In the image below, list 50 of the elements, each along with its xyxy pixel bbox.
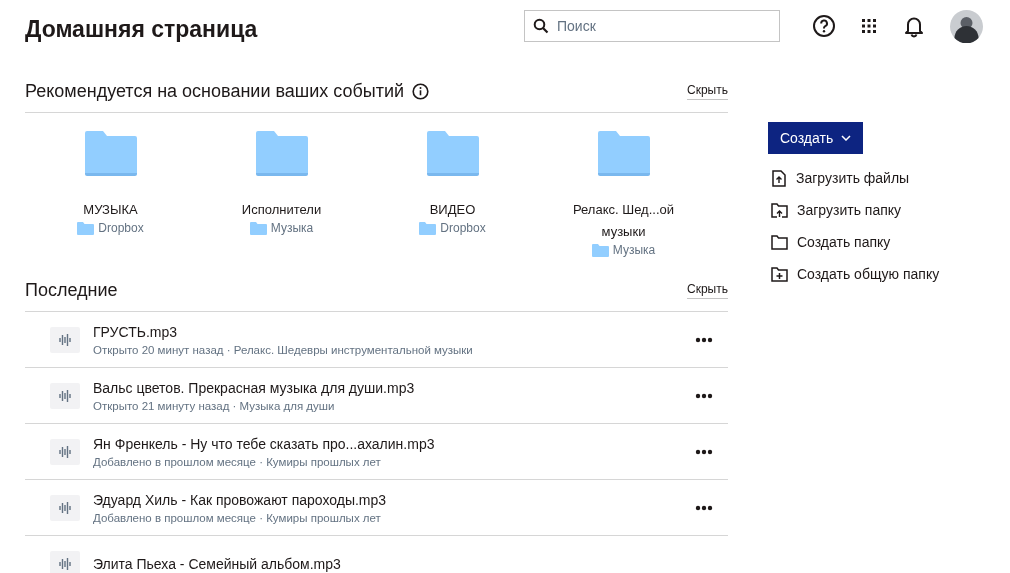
file-details: Добавлено в прошлом месяце · Кумиры прошлых лет (93, 511, 382, 524)
action-link[interactable]: Создать папку (768, 226, 891, 258)
audio-file-icon (50, 438, 80, 465)
apps-grid-icon[interactable] (860, 17, 878, 35)
file-details: Открыто 21 минуту назад · Музыка для души (93, 399, 336, 412)
folder-icon (419, 221, 437, 235)
file-name[interactable]: ГРУСТЬ.mp3 (93, 323, 695, 340)
info-icon[interactable] (412, 82, 430, 100)
folder-plus-icon (771, 266, 788, 282)
more-options-icon[interactable] (695, 392, 713, 399)
avatar[interactable] (950, 9, 983, 43)
file-name[interactable]: Элита Пьеха - Семейный альбом.mp3 (93, 555, 728, 572)
folder-icon (249, 221, 267, 235)
folder-name[interactable]: Релакс. Шед...ой музыки (558, 199, 689, 243)
folder-name[interactable]: ВИДЕО (387, 199, 518, 221)
page-title: Домашняя страница (25, 15, 258, 43)
more-options-icon[interactable] (695, 504, 713, 511)
hide-link[interactable]: Скрыть (687, 82, 728, 100)
file-details: Добавлено в прошлом месяце · Кумиры прошлых лет (93, 455, 382, 468)
file-name[interactable]: Ян Френкель - Ну что тебе сказать про...ахалин.mp3 (93, 435, 695, 452)
file-upload-icon (771, 169, 787, 187)
file-details: Открыто 20 минут назад · Релакс. Шедевры инструментальной музыки (93, 343, 474, 356)
folder-name[interactable]: Исполнители (216, 199, 347, 221)
audio-file-icon (50, 550, 80, 573)
action-link[interactable]: Загрузить папку (768, 194, 902, 226)
create-button[interactable]: Создать (768, 122, 864, 154)
search-field[interactable]: Поиск (524, 10, 780, 42)
section-title: Рекомендуется на основании ваших событий (25, 80, 405, 102)
file-name[interactable]: Эдуард Хиль - Как провожают пароходы.mp3 (93, 491, 695, 508)
folder-upload-icon (771, 202, 788, 218)
action-link[interactable]: Загрузить файлы (768, 162, 910, 194)
audio-file-icon (50, 382, 80, 409)
more-options-icon[interactable] (695, 448, 713, 455)
audio-file-icon (50, 494, 80, 521)
file-name[interactable]: Вальс цветов. Прекрасная музыка для души.mp3 (93, 379, 695, 396)
location-text: Музыка (270, 221, 314, 235)
folder-icon (77, 221, 95, 235)
more-options-icon[interactable] (695, 336, 713, 343)
location-text: Dropbox (98, 221, 144, 235)
folder-name[interactable]: МУЗЫКА (45, 199, 176, 221)
audio-file-icon (50, 326, 80, 353)
help-icon[interactable] (812, 14, 836, 38)
location-text: Музыка (612, 243, 656, 257)
location-text: Dropbox (440, 221, 486, 235)
folder-icon (591, 243, 609, 257)
action-link[interactable]: Создать общую папку (768, 258, 940, 290)
section-title: Последние (25, 279, 118, 301)
chevron-down-icon (841, 135, 852, 141)
hide-link[interactable]: Скрыть (687, 281, 728, 299)
folder-icon (771, 234, 788, 250)
